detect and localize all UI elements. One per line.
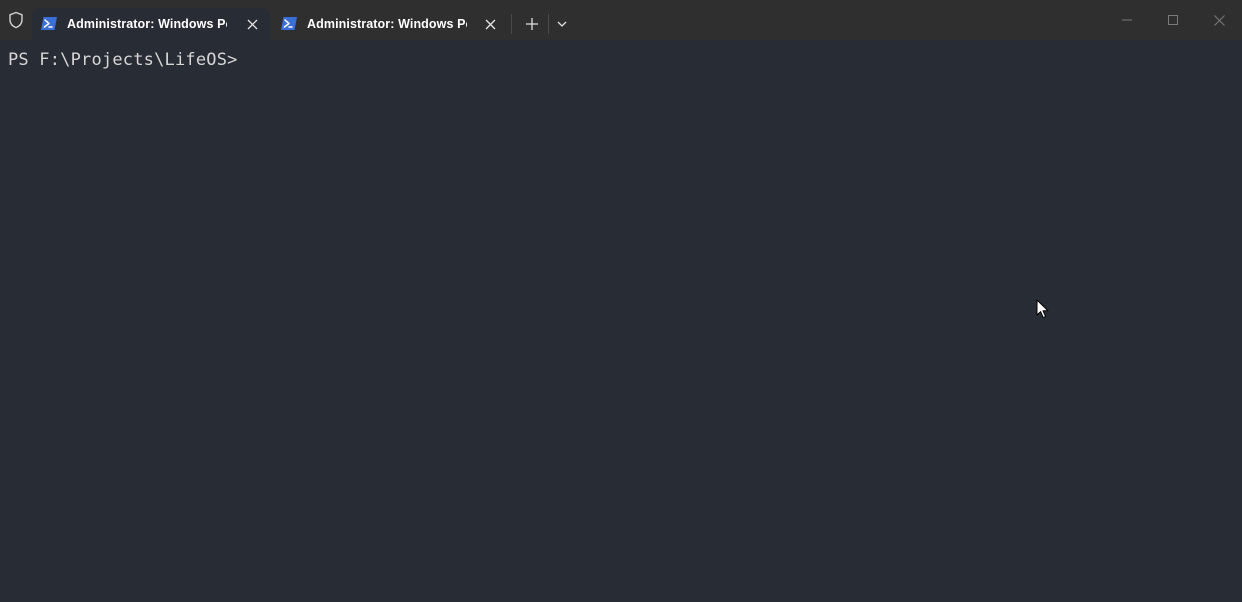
plus-icon [526, 18, 538, 30]
minimize-icon [1122, 19, 1132, 21]
tab-dropdown-button[interactable] [547, 8, 577, 40]
powershell-icon [41, 17, 57, 30]
close-icon [1213, 14, 1225, 26]
prompt-line: PS F:\Projects\LifeOS> [8, 50, 238, 70]
tab-close-icon[interactable] [480, 13, 500, 35]
tab-close-icon[interactable] [242, 13, 262, 35]
terminal-window: Administrator: Windows PowerShell Admini… [0, 0, 1242, 602]
tab-powershell-2[interactable]: Administrator: Windows PowerShell [272, 8, 508, 40]
new-tab-button[interactable] [517, 8, 547, 40]
title-bar[interactable]: Administrator: Windows PowerShell Admini… [0, 0, 1242, 40]
tab-powershell-1[interactable]: Administrator: Windows PowerShell [32, 8, 270, 40]
maximize-button[interactable] [1150, 0, 1196, 40]
close-button[interactable] [1196, 0, 1242, 40]
tab-title: Administrator: Windows PowerShell [67, 17, 227, 31]
tab-divider [511, 14, 512, 34]
tab-title: Administrator: Windows PowerShell [307, 17, 467, 31]
maximize-icon [1168, 15, 1178, 25]
powershell-icon [281, 17, 297, 30]
terminal-output[interactable]: PS F:\Projects\LifeOS> [0, 40, 1242, 602]
chevron-down-icon [557, 21, 567, 27]
admin-shield-icon [0, 0, 32, 40]
minimize-button[interactable] [1104, 0, 1150, 40]
mouse-pointer-icon [1036, 299, 1049, 319]
